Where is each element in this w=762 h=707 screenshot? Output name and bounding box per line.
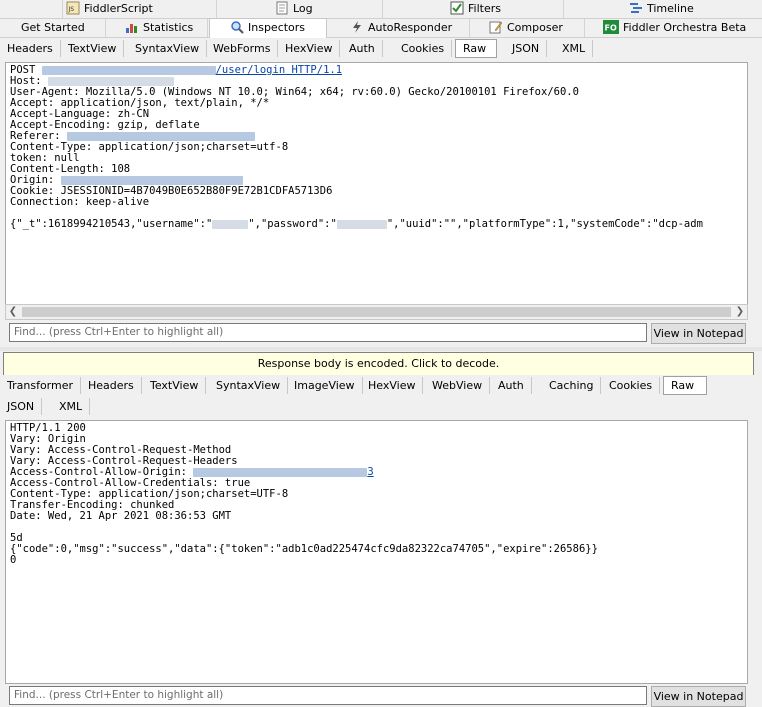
- composer-icon: [489, 20, 503, 34]
- response-tab-hexview[interactable]: HexView: [361, 377, 424, 394]
- response-inspector-tabs-row-1: Transformer Headers TextView SyntaxView …: [0, 375, 762, 395]
- top-tabs-row-1: JS FiddlerScript Log Filters Timeline: [0, 0, 762, 19]
- timeline-icon: [629, 1, 643, 15]
- tab-inspectors[interactable]: Inspectors: [209, 18, 327, 38]
- request-tab-syntaxview[interactable]: SyntaxView: [128, 40, 208, 57]
- response-encoded-banner[interactable]: Response body is encoded. Click to decod…: [3, 352, 754, 376]
- redacted-origin[interactable]: [60, 175, 243, 185]
- tab-statistics[interactable]: Statistics: [107, 19, 208, 37]
- tab-filters-label: Filters: [468, 2, 501, 15]
- request-tab-auth[interactable]: Auth: [342, 40, 383, 57]
- request-tab-xml[interactable]: XML: [555, 40, 594, 57]
- inspectors-icon: [230, 20, 244, 34]
- request-tab-cookies[interactable]: Cookies: [394, 40, 453, 57]
- request-body-part-3: ","uuid":"","platformType":1,"systemCode…: [386, 218, 703, 230]
- tab-autoresponder[interactable]: AutoResponder: [328, 19, 470, 37]
- response-tab-auth[interactable]: Auth: [491, 377, 532, 394]
- redacted-origin-url: [193, 467, 368, 477]
- request-tab-json[interactable]: JSON: [505, 40, 548, 57]
- acao-link-tail: 3: [367, 466, 374, 478]
- response-view-in-notepad-button[interactable]: View in Notepad: [651, 686, 746, 707]
- response-tab-imageview[interactable]: ImageView: [287, 377, 363, 394]
- tab-log[interactable]: Log: [213, 0, 383, 18]
- svg-text:FO: FO: [605, 24, 617, 33]
- tab-fiddler-orchestra[interactable]: FO Fiddler Orchestra Beta: [586, 19, 762, 37]
- tab-timeline-label: Timeline: [647, 2, 694, 15]
- scrollbar-thumb[interactable]: [22, 307, 731, 317]
- request-view-in-notepad-button[interactable]: View in Notepad: [651, 323, 746, 344]
- request-body-part-2: ","password":": [248, 218, 337, 230]
- request-tab-hexview[interactable]: HexView: [278, 40, 341, 57]
- tab-statistics-label: Statistics: [143, 21, 194, 34]
- response-inspector-tabs-row-2: JSON XML: [0, 396, 762, 416]
- scroll-left-arrow-icon[interactable]: ❮: [6, 305, 20, 319]
- response-tab-raw[interactable]: Raw: [663, 376, 707, 395]
- response-tab-textview[interactable]: TextView: [143, 377, 207, 394]
- response-tab-json[interactable]: JSON: [0, 398, 43, 415]
- request-tab-headers[interactable]: Headers: [0, 40, 61, 57]
- request-find-input[interactable]: Find... (press Ctrl+Enter to highlight a…: [9, 323, 647, 342]
- response-tab-syntaxview[interactable]: SyntaxView: [209, 377, 289, 394]
- tab-inspectors-label: Inspectors: [248, 21, 306, 34]
- response-tab-caching[interactable]: Caching: [542, 377, 602, 394]
- fiddlerscript-icon: JS: [66, 1, 80, 15]
- request-tab-raw[interactable]: Raw: [455, 39, 497, 58]
- request-url-path[interactable]: /user/login HTTP/1.1: [216, 64, 342, 76]
- tab-get-started[interactable]: Get Started: [0, 19, 106, 37]
- tab-composer[interactable]: Composer: [471, 19, 585, 37]
- tab-filters[interactable]: Filters: [384, 0, 564, 18]
- top-tabs-row-2: Get Started Statistics Inspectors AutoRe…: [0, 18, 762, 38]
- request-raw-textarea[interactable]: POST /user/login HTTP/1.1 Host: User-Age…: [5, 62, 748, 306]
- redacted-username: [212, 219, 249, 229]
- filters-check-icon: [450, 1, 464, 15]
- statistics-icon: [125, 20, 139, 34]
- request-body: {"_t":1618994210543,"username":" ","passw…: [10, 219, 703, 230]
- response-raw-textarea[interactable]: HTTP/1.1 200 Vary: Origin Vary: Access-C…: [5, 420, 748, 684]
- pane-splitter[interactable]: [0, 347, 762, 351]
- redacted-referer[interactable]: [66, 131, 255, 141]
- request-inspector-tabs: Headers TextView SyntaxView WebForms Hex…: [0, 38, 762, 58]
- scroll-right-arrow-icon[interactable]: ❯: [733, 305, 747, 319]
- request-find-placeholder: Find... (press Ctrl+Enter to highlight a…: [14, 326, 224, 338]
- header-connection: Connection: keep-alive: [10, 196, 150, 208]
- tab-fiddlerscript-label: FiddlerScript: [84, 2, 153, 15]
- tab-get-started-label: Get Started: [21, 21, 85, 34]
- response-tab-xml[interactable]: XML: [52, 398, 91, 415]
- tab-fiddler-orchestra-label: Fiddler Orchestra Beta: [623, 21, 747, 34]
- request-body-part-1: {"_t":1618994210543,"username":": [10, 218, 213, 230]
- log-icon: [275, 1, 289, 15]
- tab-timeline[interactable]: Timeline: [565, 0, 762, 18]
- redacted-host: [41, 65, 216, 75]
- response-chunk-end: 0: [10, 554, 17, 566]
- autoresponder-icon: [350, 20, 364, 34]
- redacted-password: [336, 219, 387, 229]
- response-tab-cookies[interactable]: Cookies: [602, 377, 661, 394]
- tab-fiddlerscript[interactable]: JS FiddlerScript: [62, 0, 217, 18]
- tab-log-label: Log: [293, 2, 313, 15]
- response-find-input[interactable]: Find... (press Ctrl+Enter to highlight a…: [9, 686, 647, 705]
- response-body: {"code":0,"msg":"success","data":{"token…: [10, 543, 598, 555]
- response-header-date: Date: Wed, 21 Apr 2021 08:36:53 GMT: [10, 510, 232, 522]
- request-tab-textview[interactable]: TextView: [61, 40, 125, 57]
- response-tab-headers[interactable]: Headers: [81, 377, 142, 394]
- request-horizontal-scrollbar[interactable]: ❮ ❯: [5, 304, 748, 320]
- response-tab-webview[interactable]: WebView: [425, 377, 491, 394]
- request-tab-webforms[interactable]: WebForms: [206, 40, 279, 57]
- fiddler-orchestra-icon: FO: [603, 20, 619, 34]
- response-find-placeholder: Find... (press Ctrl+Enter to highlight a…: [14, 689, 224, 701]
- tab-composer-label: Composer: [507, 21, 563, 34]
- request-line: POST /user/login HTTP/1.1: [10, 65, 342, 76]
- svg-text:JS: JS: [68, 6, 75, 13]
- tab-spacer-left: [0, 0, 63, 18]
- redacted-host-value: [47, 76, 174, 86]
- tab-autoresponder-label: AutoResponder: [368, 21, 453, 34]
- response-tab-transformer[interactable]: Transformer: [0, 377, 82, 394]
